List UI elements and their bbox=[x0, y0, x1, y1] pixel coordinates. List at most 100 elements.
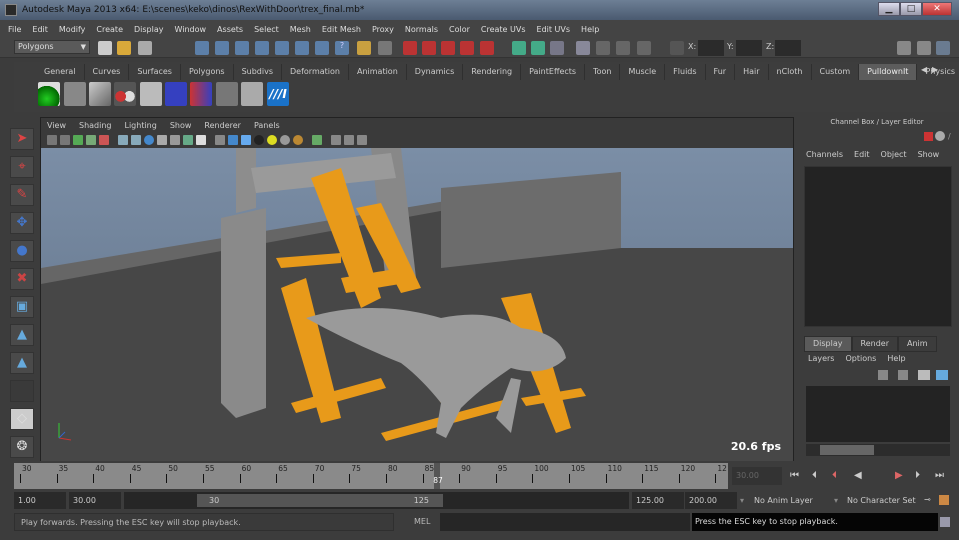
save-scene-icon[interactable] bbox=[138, 41, 152, 55]
attribute-editor-icon[interactable] bbox=[897, 41, 911, 55]
xray-components-icon[interactable] bbox=[357, 134, 367, 145]
shelf-tab-polygons[interactable]: Polygons bbox=[181, 64, 234, 80]
soft-mod-icon[interactable]: ▲ bbox=[10, 324, 34, 346]
anim-layer-dropdown-icon[interactable]: ▾ bbox=[740, 496, 744, 505]
camera-attributes-icon[interactable] bbox=[60, 134, 70, 145]
range-slider-track[interactable]: 30 125 bbox=[124, 492, 629, 509]
menu-mesh[interactable]: Mesh bbox=[290, 25, 311, 34]
range-slider-handle[interactable]: 30 125 bbox=[197, 494, 443, 507]
cb-menu-object[interactable]: Object bbox=[881, 150, 907, 159]
show-manip-icon[interactable]: ▲ bbox=[10, 352, 34, 374]
shelf-scroll-left-icon[interactable]: ◀ bbox=[921, 65, 927, 74]
layer-tab-anim[interactable]: Anim bbox=[897, 336, 937, 352]
four-view-layout-icon[interactable]: ❂ bbox=[10, 436, 34, 458]
cb-menu-show[interactable]: Show bbox=[918, 150, 940, 159]
snap-plane-icon[interactable] bbox=[460, 41, 474, 55]
select-deformations-icon[interactable] bbox=[275, 41, 289, 55]
shelf-tab-rendering[interactable]: Rendering bbox=[463, 64, 522, 80]
shelf-tab-painteffects[interactable]: PaintEffects bbox=[521, 64, 586, 80]
channel-box-axis-icon[interactable] bbox=[924, 132, 933, 141]
grease-pencil-icon[interactable] bbox=[99, 134, 109, 145]
snap-curve-icon[interactable] bbox=[422, 41, 436, 55]
perspective-viewport[interactable]: View Shading Lighting Show Renderer Pane… bbox=[40, 117, 794, 461]
close-button[interactable]: ✕ bbox=[922, 2, 952, 16]
shelf-tab-dynamics[interactable]: Dynamics bbox=[407, 64, 464, 80]
animation-preferences-icon[interactable] bbox=[939, 495, 949, 505]
pdi-hammer-icon[interactable] bbox=[64, 82, 86, 106]
pdi-key-icon[interactable] bbox=[216, 82, 238, 106]
step-forward-frame-button[interactable]: ⏵ bbox=[915, 470, 920, 481]
wireframe-icon[interactable] bbox=[215, 134, 225, 145]
isolate-select-icon[interactable] bbox=[312, 134, 322, 145]
script-editor-icon[interactable] bbox=[940, 517, 950, 527]
select-tool-icon[interactable]: ➤ bbox=[10, 128, 34, 150]
render-settings-icon[interactable] bbox=[637, 41, 651, 55]
step-forward-key-button[interactable]: ▶ bbox=[895, 470, 903, 481]
menu-window[interactable]: Window bbox=[175, 25, 207, 34]
select-by-object-icon[interactable] bbox=[215, 41, 229, 55]
menu-display[interactable]: Display bbox=[134, 25, 164, 34]
vp-menu-panels[interactable]: Panels bbox=[254, 121, 280, 130]
z-field[interactable] bbox=[775, 40, 801, 56]
menu-create-uvs[interactable]: Create UVs bbox=[481, 25, 526, 34]
tool-settings-toggle-icon[interactable]: / bbox=[948, 132, 951, 141]
paint-select-tool-icon[interactable]: ✎ bbox=[10, 184, 34, 206]
menuset-dropdown[interactable]: Polygons ▼ bbox=[14, 40, 90, 54]
wireframe-on-shaded-icon[interactable] bbox=[241, 134, 251, 145]
bookmarks-icon[interactable] bbox=[73, 134, 83, 145]
layer-menu-layers[interactable]: Layers bbox=[808, 354, 834, 363]
select-camera-icon[interactable] bbox=[47, 134, 57, 145]
shelf-tab-deformation[interactable]: Deformation bbox=[282, 64, 349, 80]
image-plane-icon[interactable] bbox=[86, 134, 96, 145]
shelf-tab-animation[interactable]: Animation bbox=[349, 64, 407, 80]
layer-tab-render[interactable]: Render bbox=[851, 336, 898, 352]
open-scene-icon[interactable] bbox=[117, 41, 131, 55]
pdi-dust-icon[interactable] bbox=[241, 82, 263, 106]
y-field[interactable] bbox=[736, 40, 762, 56]
mel-command-input[interactable] bbox=[440, 513, 690, 531]
universal-manip-icon[interactable]: ▣ bbox=[10, 296, 34, 318]
menu-assets[interactable]: Assets bbox=[217, 25, 243, 34]
character-set-dropdown[interactable]: No Character Set bbox=[847, 496, 916, 505]
pdi-frag-icon[interactable] bbox=[190, 82, 212, 106]
xray-icon[interactable] bbox=[331, 134, 341, 145]
field-chart-icon[interactable] bbox=[170, 134, 180, 145]
pdi-create-solver-icon[interactable] bbox=[38, 82, 60, 106]
lock-icon[interactable] bbox=[357, 41, 371, 55]
vp-menu-show[interactable]: Show bbox=[170, 121, 192, 130]
construction-history-icon[interactable] bbox=[550, 41, 564, 55]
film-gate-icon[interactable] bbox=[131, 134, 141, 145]
go-to-end-button[interactable]: ⏭ bbox=[935, 470, 944, 481]
pdi-play-icon[interactable] bbox=[89, 82, 111, 106]
select-rendering-icon[interactable] bbox=[315, 41, 329, 55]
vp-menu-shading[interactable]: Shading bbox=[79, 121, 112, 130]
shelf-tab-surfaces[interactable]: Surfaces bbox=[129, 64, 181, 80]
menu-normals[interactable]: Normals bbox=[405, 25, 438, 34]
new-layer-selected-icon[interactable] bbox=[936, 370, 948, 380]
scale-tool-icon[interactable]: ✖ bbox=[10, 268, 34, 290]
move-tool-icon[interactable]: ✥ bbox=[10, 212, 34, 234]
shelf-tab-ncloth[interactable]: nCloth bbox=[769, 64, 812, 80]
menu-select[interactable]: Select bbox=[254, 25, 279, 34]
menu-edit-uvs[interactable]: Edit UVs bbox=[537, 25, 571, 34]
vp-menu-renderer[interactable]: Renderer bbox=[204, 121, 241, 130]
time-slider[interactable]: 30 35 40 45 50 55 60 65 70 75 80 85 90 95 100 105 110 115… bbox=[14, 463, 728, 489]
character-set-dropdown-icon[interactable]: ▾ bbox=[834, 496, 838, 505]
mel-label[interactable]: MEL bbox=[414, 517, 430, 526]
scene-view[interactable]: 20.6 fps bbox=[41, 148, 793, 461]
layer-menu-options[interactable]: Options bbox=[845, 354, 876, 363]
safe-title-icon[interactable] bbox=[196, 134, 206, 145]
shelf-tab-fluids[interactable]: Fluids bbox=[665, 64, 706, 80]
new-scene-icon[interactable] bbox=[98, 41, 112, 55]
lasso-tool-icon[interactable]: ⌖ bbox=[10, 156, 34, 178]
input-ops-icon[interactable] bbox=[512, 41, 526, 55]
menu-file[interactable]: File bbox=[8, 25, 21, 34]
animation-end-field[interactable]: 200.00 bbox=[685, 492, 737, 509]
shadows-icon[interactable] bbox=[280, 134, 290, 145]
menu-create[interactable]: Create bbox=[96, 25, 123, 34]
new-empty-layer-icon[interactable] bbox=[918, 370, 930, 380]
shelf-tab-hair[interactable]: Hair bbox=[735, 64, 769, 80]
safe-action-icon[interactable] bbox=[183, 134, 193, 145]
render-icon[interactable] bbox=[596, 41, 610, 55]
single-perspective-layout-icon[interactable]: ◇ bbox=[10, 408, 34, 430]
